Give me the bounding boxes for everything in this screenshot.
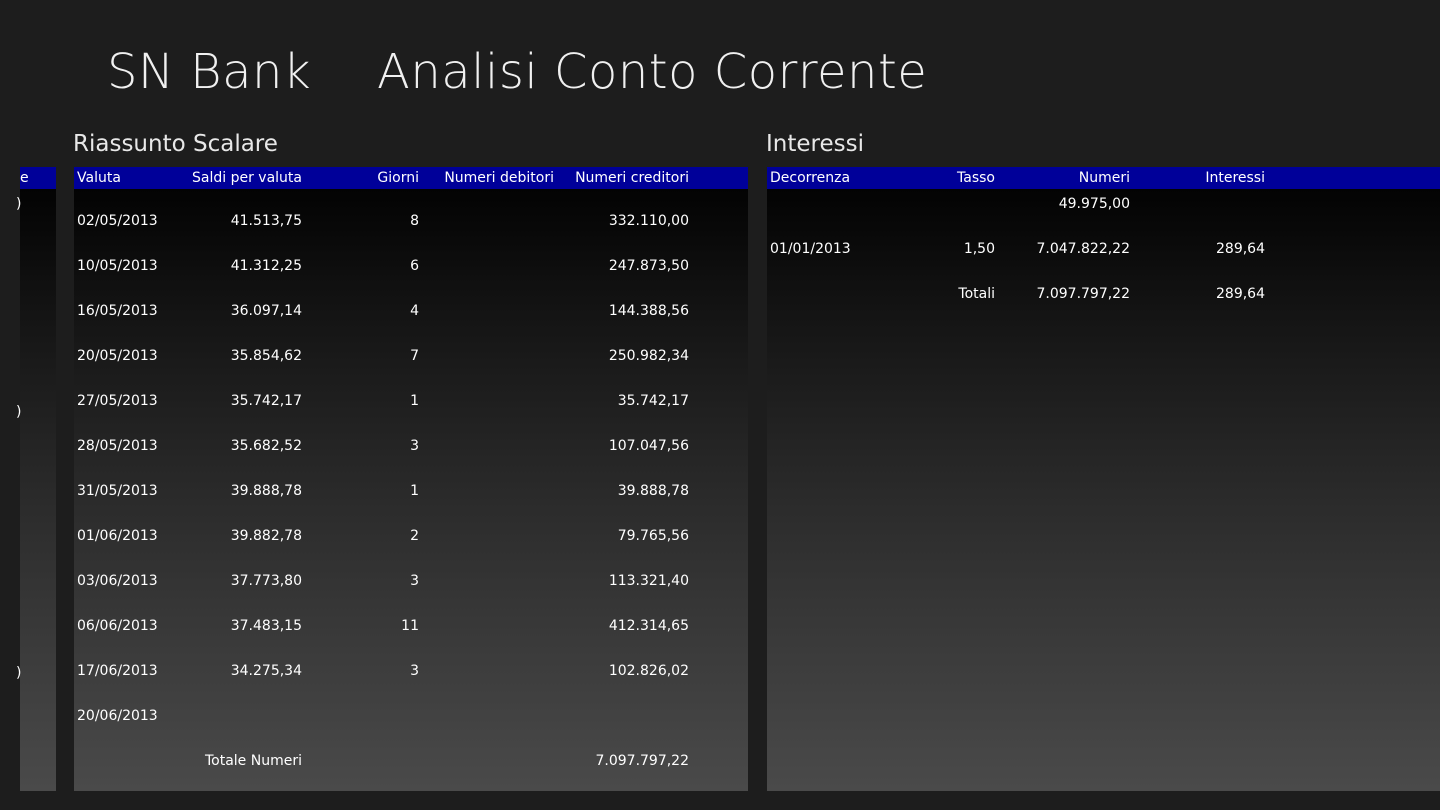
cell-valuta: 31/05/2013 — [77, 483, 158, 499]
cell-interessi: 289,64 — [1216, 286, 1265, 302]
cell-valuta: 03/06/2013 — [77, 573, 158, 589]
cell-numeri-creditori: 35.742,17 — [617, 393, 689, 409]
cell-giorni: 1 — [410, 483, 419, 499]
cell-numeri-creditori: 412.314,65 — [608, 618, 689, 634]
cell-saldo: 39.882,78 — [230, 528, 302, 544]
col-interessi[interactable]: Interessi — [1147, 169, 1265, 187]
cell-numeri-creditori: 144.388,56 — [608, 303, 689, 319]
scalare-total-label: Totale Numeri — [204, 753, 302, 769]
interessi-panel[interactable]: Decorrenza Tasso Numeri Interessi 49.975… — [767, 167, 1440, 791]
cell-saldo: 36.097,14 — [230, 303, 302, 319]
cell-valuta: 20/06/2013 — [77, 708, 158, 724]
left-partial-panel: e ) ) ) — [16, 167, 56, 791]
cell-giorni: 3 — [410, 573, 419, 589]
interessi-header-row: Decorrenza Tasso Numeri Interessi — [767, 167, 1440, 189]
col-valuta[interactable]: Valuta — [77, 169, 121, 187]
scalare-panel[interactable]: Valuta Saldi per valuta Giorni Numeri de… — [74, 167, 748, 791]
col-numeri-creditori[interactable]: Numeri creditori — [569, 169, 689, 187]
scalare-title: Riassunto Scalare — [73, 131, 278, 157]
cell-decorrenza: 01/01/2013 — [770, 241, 851, 257]
cell-giorni: 2 — [410, 528, 419, 544]
cell-numeri-creditori: 250.982,34 — [608, 348, 689, 364]
cell-tasso: Totali — [958, 286, 995, 302]
scalare-header-row: Valuta Saldi per valuta Giorni Numeri de… — [74, 167, 748, 189]
cell-numeri-creditori: 39.888,78 — [617, 483, 689, 499]
cell-saldo: 34.275,34 — [230, 663, 302, 679]
col-decorrenza[interactable]: Decorrenza — [770, 169, 850, 187]
cell-valuta: 01/06/2013 — [77, 528, 158, 544]
cell-saldo: 39.888,78 — [230, 483, 302, 499]
cell-saldo: 41.513,75 — [230, 213, 302, 229]
left-partial-header-text: e — [20, 170, 29, 186]
app-title: SN Bank — [107, 44, 312, 100]
cell-tasso: 1,50 — [963, 241, 995, 257]
cell-valuta: 20/05/2013 — [77, 348, 158, 364]
cell-giorni: 11 — [401, 618, 419, 634]
cell-saldo: 37.483,15 — [230, 618, 302, 634]
cell-valuta: 06/06/2013 — [77, 618, 158, 634]
cell-valuta: 27/05/2013 — [77, 393, 158, 409]
cell-interessi: 289,64 — [1216, 241, 1265, 257]
cell-numeri-creditori: 113.321,40 — [608, 573, 689, 589]
left-partial-fragment: ) — [16, 196, 22, 212]
col-saldi[interactable]: Saldi per valuta — [174, 169, 302, 187]
cell-valuta: 10/05/2013 — [77, 258, 158, 274]
cell-giorni: 7 — [410, 348, 419, 364]
col-numeri[interactable]: Numeri — [1007, 169, 1130, 187]
page-title: Analisi Conto Corrente — [377, 44, 928, 100]
left-partial-fragment: ) — [16, 665, 22, 681]
left-partial-header: e — [20, 167, 56, 189]
cell-valuta: 02/05/2013 — [77, 213, 158, 229]
cell-giorni: 4 — [410, 303, 419, 319]
cell-numeri-creditori: 79.765,56 — [617, 528, 689, 544]
cell-numeri-creditori: 107.047,56 — [608, 438, 689, 454]
left-partial-fragment: ) — [16, 404, 22, 420]
cell-saldo: 41.312,25 — [230, 258, 302, 274]
cell-giorni: 1 — [410, 393, 419, 409]
cell-numeri-creditori: 247.873,50 — [608, 258, 689, 274]
cell-giorni: 3 — [410, 663, 419, 679]
col-numeri-debitori[interactable]: Numeri debitori — [434, 169, 554, 187]
cell-valuta: 28/05/2013 — [77, 438, 158, 454]
cell-saldo: 37.773,80 — [230, 573, 302, 589]
col-giorni[interactable]: Giorni — [354, 169, 419, 187]
cell-numeri-creditori: 332.110,00 — [608, 213, 689, 229]
cell-saldo: 35.682,52 — [230, 438, 302, 454]
cell-giorni: 3 — [410, 438, 419, 454]
cell-numeri-creditori: 102.826,02 — [608, 663, 689, 679]
cell-saldo: 35.742,17 — [230, 393, 302, 409]
cell-numeri: 7.097.797,22 — [1036, 286, 1130, 302]
scalare-total-value: 7.097.797,22 — [595, 753, 689, 769]
cell-numeri: 49.975,00 — [1058, 196, 1130, 212]
cell-saldo: 35.854,62 — [230, 348, 302, 364]
cell-valuta: 17/06/2013 — [77, 663, 158, 679]
interessi-title: Interessi — [766, 131, 864, 157]
cell-giorni: 8 — [410, 213, 419, 229]
cell-numeri: 7.047.822,22 — [1036, 241, 1130, 257]
cell-valuta: 16/05/2013 — [77, 303, 158, 319]
cell-giorni: 6 — [410, 258, 419, 274]
col-tasso[interactable]: Tasso — [897, 169, 995, 187]
